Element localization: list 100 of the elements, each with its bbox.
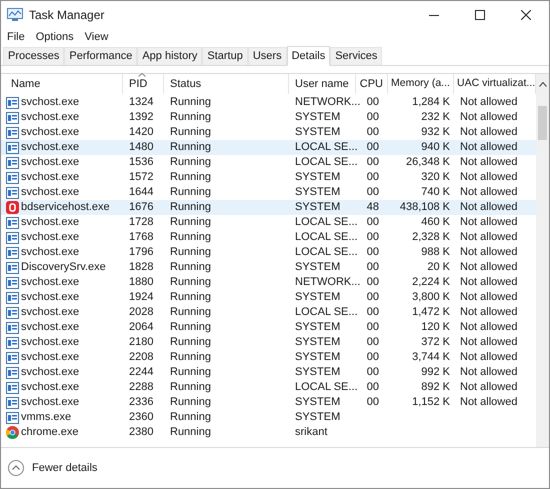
- menu-item[interactable]: Options: [36, 28, 74, 46]
- process-row[interactable]: svchost.exe 1644 Running SYSTEM 00 740 K Not allowed: [1, 185, 536, 200]
- table-cell-text: 00: [366, 185, 379, 200]
- table-cell-text: 00: [366, 395, 379, 410]
- table-cell-text: Not allowed: [460, 245, 518, 260]
- table-cell-text: 2360: [129, 410, 154, 426]
- table-cell-text: 00: [366, 275, 379, 290]
- table-cell-text: 988 K: [421, 245, 450, 260]
- table-cell-text: svchost.exe: [21, 110, 80, 126]
- table-cell-text: 892 K: [421, 380, 450, 396]
- process-row[interactable]: svchost.exe 2336 Running SYSTEM 00 1,152 K Not allowed: [1, 395, 536, 410]
- table-cell-text: svchost.exe: [21, 380, 80, 396]
- column-header[interactable]: Memory (a...: [388, 74, 454, 94]
- service-icon: [6, 276, 19, 288]
- table-cell-text: 2208: [129, 350, 154, 366]
- table-cell-text: svchost.exe: [21, 155, 80, 170]
- process-row[interactable]: svchost.exe 1392 Running SYSTEM 00 232 K Not allowed: [1, 110, 536, 125]
- tab[interactable]: Details: [286, 46, 330, 66]
- column-header[interactable]: User name: [289, 74, 356, 94]
- table-cell-text: SYSTEM: [295, 260, 340, 276]
- table-cell-text: Running: [170, 230, 211, 246]
- table-cell-text: SYSTEM: [295, 320, 340, 336]
- service-icon: [6, 382, 19, 394]
- process-row[interactable]: svchost.exe 2180 Running SYSTEM 00 372 K Not allowed: [1, 335, 536, 350]
- process-row[interactable]: svchost.exe 2244 Running SYSTEM 00 992 K Not allowed: [1, 365, 536, 380]
- table-cell-text: Not allowed: [460, 155, 518, 170]
- table-cell-text: Not allowed: [460, 140, 518, 156]
- tab[interactable]: Performance: [64, 47, 138, 65]
- service-icon: [6, 306, 19, 318]
- table-cell-text: 00: [366, 260, 379, 276]
- table-cell-text: 1768: [129, 230, 154, 246]
- column-header[interactable]: CPU: [356, 74, 388, 94]
- table-cell-text: 460 K: [421, 215, 450, 230]
- process-row[interactable]: svchost.exe 1420 Running SYSTEM 00 932 K Not allowed: [1, 125, 536, 140]
- table-cell-text: srikant: [295, 425, 328, 440]
- sort-caret-icon: [138, 73, 146, 77]
- column-header[interactable]: Name: [1, 74, 123, 94]
- process-row[interactable]: svchost.exe 1728 Running LOCAL SE... 00 460 K Not allowed: [1, 215, 536, 230]
- process-row[interactable]: chrome.exe 2380 Running srikant: [1, 425, 536, 440]
- column-header[interactable]: Status: [164, 74, 289, 94]
- table-cell-text: Running: [170, 185, 211, 200]
- table-cell-text: 2,224 K: [412, 275, 450, 290]
- table-cell-text: svchost.exe: [21, 230, 80, 246]
- process-row[interactable]: svchost.exe 2028 Running LOCAL SE... 00 1,472 K Not allowed: [1, 305, 536, 320]
- table-cell-text: Not allowed: [460, 335, 518, 350]
- table-cell-text: 2380: [129, 425, 154, 440]
- process-row[interactable]: svchost.exe 1924 Running SYSTEM 00 3,800 K Not allowed: [1, 290, 536, 305]
- table-cell-text: svchost.exe: [21, 185, 80, 200]
- table-cell-text: Running: [170, 275, 211, 290]
- table-cell-text: svchost.exe: [21, 335, 80, 350]
- process-row[interactable]: vmms.exe 2360 Running SYSTEM: [1, 410, 536, 425]
- process-row[interactable]: svchost.exe 2288 Running LOCAL SE... 00 892 K Not allowed: [1, 380, 536, 395]
- table-cell-text: Not allowed: [460, 320, 518, 336]
- table-cell-text: 2244: [129, 365, 154, 380]
- process-row[interactable]: svchost.exe 2208 Running SYSTEM 00 3,744 K Not allowed: [1, 350, 536, 365]
- table-cell-text: SYSTEM: [295, 125, 340, 140]
- scrollbar-thumb[interactable]: [538, 106, 547, 140]
- table-cell-text: svchost.exe: [21, 320, 80, 336]
- table-cell-text: 00: [366, 95, 379, 110]
- tab[interactable]: Processes: [3, 47, 64, 65]
- fewer-details-button[interactable]: Fewer details: [8, 460, 98, 476]
- service-icon: [6, 172, 19, 184]
- table-cell-text: svchost.exe: [21, 215, 80, 230]
- table-cell-text: SYSTEM: [295, 395, 340, 410]
- table-cell-text: SYSTEM: [295, 335, 340, 350]
- process-row[interactable]: svchost.exe 1324 Running NETWORK... 00 1,284 K Not allowed: [1, 95, 536, 110]
- app-icon: [6, 201, 19, 214]
- table-cell-text: Running: [170, 320, 211, 336]
- tab[interactable]: Services: [330, 47, 382, 65]
- process-row[interactable]: bdservicehost.exe 1676 Running SYSTEM 48 438,108 K Not allowed: [1, 200, 536, 215]
- menu-item[interactable]: File: [7, 28, 25, 46]
- table-cell-text: Not allowed: [460, 125, 518, 140]
- process-row[interactable]: svchost.exe 1768 Running LOCAL SE... 00 2,328 K Not allowed: [1, 230, 536, 245]
- scroll-up-icon[interactable]: [538, 82, 546, 86]
- table-cell-text: 1828: [129, 260, 154, 276]
- tab[interactable]: App history: [137, 47, 202, 65]
- table-cell-text: 2028: [129, 305, 154, 320]
- process-row[interactable]: svchost.exe 1480 Running LOCAL SE... 00 940 K Not allowed: [1, 140, 536, 155]
- process-row[interactable]: svchost.exe 1796 Running LOCAL SE... 00 988 K Not allowed: [1, 245, 536, 260]
- process-row[interactable]: svchost.exe 1880 Running NETWORK... 00 2,224 K Not allowed: [1, 275, 536, 290]
- process-row[interactable]: DiscoverySrv.exe 1828 Running SYSTEM 00 20 K Not allowed: [1, 260, 536, 275]
- table-cell-text: 120 K: [421, 320, 450, 336]
- column-header[interactable]: PID: [123, 74, 164, 94]
- table-cell-text: 00: [366, 140, 379, 156]
- monitor-icon: [7, 8, 23, 22]
- table-cell-text: Running: [170, 395, 211, 410]
- table-cell-text: svchost.exe: [21, 290, 80, 306]
- process-row[interactable]: svchost.exe 1572 Running SYSTEM 00 320 K Not allowed: [1, 170, 536, 185]
- table-cell-text: Not allowed: [460, 170, 518, 186]
- table-cell-text: bdservicehost.exe: [21, 200, 110, 216]
- table-cell-text: 2336: [129, 395, 154, 410]
- menu-item[interactable]: View: [84, 28, 108, 46]
- table-cell-text: LOCAL SE...: [295, 380, 358, 396]
- tab[interactable]: Users: [248, 47, 287, 65]
- table-cell-text: Running: [170, 170, 211, 186]
- process-row[interactable]: svchost.exe 2064 Running SYSTEM 00 120 K Not allowed: [1, 320, 536, 335]
- tab[interactable]: Startup: [202, 47, 248, 65]
- table-cell-text: svchost.exe: [21, 275, 80, 290]
- table-cell-text: 372 K: [421, 335, 450, 350]
- process-row[interactable]: svchost.exe 1536 Running LOCAL SE... 00 26,348 K Not allowed: [1, 155, 536, 170]
